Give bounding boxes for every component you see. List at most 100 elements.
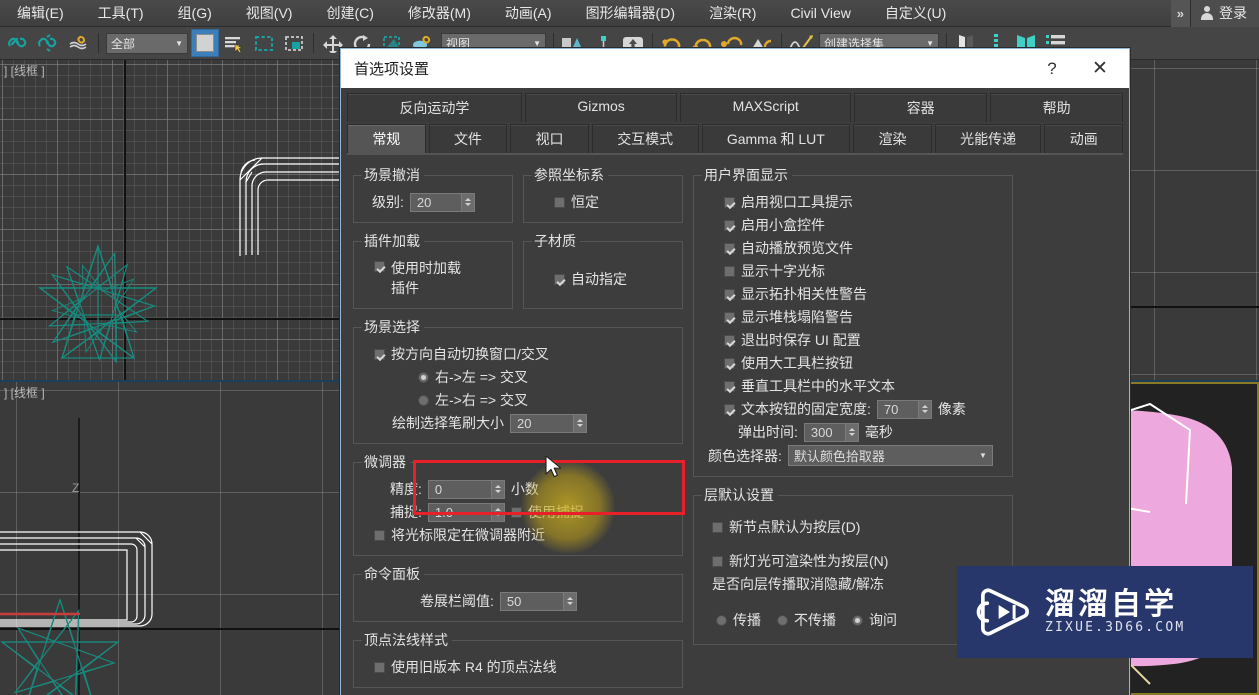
new-lights-by-layer-checkbox[interactable] <box>712 555 723 567</box>
large-toolbar-buttons-checkbox[interactable] <box>724 357 735 369</box>
precision-spinner[interactable]: 0 <box>427 479 505 499</box>
radio-propagate-group[interactable]: 传播 <box>716 610 761 630</box>
radio-no-propagate-group[interactable]: 不传播 <box>777 610 836 630</box>
tab-rendering[interactable]: 渲染 <box>853 124 932 153</box>
show-crosshair-checkbox[interactable] <box>724 265 735 277</box>
radio-propagate[interactable] <box>716 614 727 626</box>
radio-no-propagate[interactable] <box>777 614 788 626</box>
new-nodes-by-layer-row[interactable]: 新节点默认为按层(D) <box>702 517 1004 537</box>
tab-files[interactable]: 文件 <box>428 124 508 153</box>
auto-assign-row[interactable]: 自动指定 <box>532 269 674 289</box>
rollout-threshold-spinner[interactable]: 50 <box>499 591 577 611</box>
menu-item-customize[interactable]: 自定义(U) <box>868 0 963 27</box>
viewport-tooltips-checkbox[interactable] <box>724 196 735 208</box>
constant-row[interactable]: 恒定 <box>532 192 674 212</box>
spinner-arrows-icon[interactable] <box>460 193 474 211</box>
spinner-arrows-icon[interactable] <box>490 480 504 498</box>
unlink-selection-icon[interactable] <box>34 29 64 57</box>
scene-undo-level-spinner[interactable]: 20 <box>409 192 475 212</box>
autoplay-preview-checkbox[interactable] <box>724 242 735 254</box>
tab-general[interactable]: 常规 <box>347 124 426 153</box>
use-snap-checkbox[interactable] <box>510 506 522 518</box>
constant-checkbox[interactable] <box>554 196 565 208</box>
menu-item-edit[interactable]: 编辑(E) <box>0 0 81 27</box>
tab-animation[interactable]: 动画 <box>1044 124 1124 153</box>
radio-right-to-left[interactable] <box>418 371 429 383</box>
defer-plugin-row[interactable]: 使用时加载 插件 <box>362 258 504 298</box>
select-and-link-icon[interactable] <box>4 29 34 57</box>
viewport-tooltips-label: 启用视口工具提示 <box>741 194 853 210</box>
dialog-title-bar[interactable]: 首选项设置 ? ✕ <box>341 49 1129 88</box>
ui-item-viewport-tooltips[interactable]: 启用视口工具提示 <box>702 192 1004 212</box>
ui-item-large-toolbar-buttons[interactable]: 使用大工具栏按钮 <box>702 353 1004 373</box>
color-picker-dropdown[interactable]: 默认颜色拾取器 ▼ <box>787 445 993 466</box>
radio-ask[interactable] <box>852 614 863 626</box>
tab-viewports[interactable]: 视口 <box>510 124 589 153</box>
window-crossing-toggle-icon[interactable] <box>279 29 309 57</box>
select-object-button[interactable] <box>191 29 219 57</box>
stack-collapse-warning-checkbox[interactable] <box>724 311 735 323</box>
ui-item-autoplay-preview[interactable]: 自动播放预览文件 <box>702 238 1004 258</box>
radio-ask-group[interactable]: 询问 <box>852 610 897 630</box>
close-icon[interactable]: ✕ <box>1083 49 1117 88</box>
rectangular-selection-region-icon[interactable] <box>249 29 279 57</box>
wrap-cursor-row[interactable]: 将光标限定在微调器附近 <box>362 525 674 545</box>
tab-gamma-and-lut[interactable]: Gamma 和 LUT <box>701 124 851 153</box>
spinner-arrows-icon[interactable] <box>844 423 858 441</box>
ui-item-save-ui-on-exit[interactable]: 退出时保存 UI 配置 <box>702 330 1004 350</box>
menu-item-modifiers[interactable]: 修改器(M) <box>391 0 488 27</box>
menu-item-tools[interactable]: 工具(T) <box>81 0 161 27</box>
ui-item-stack-collapse-warning[interactable]: 显示堆栈塌陷警告 <box>702 307 1004 327</box>
tab-gizmos[interactable]: Gizmos <box>524 93 678 122</box>
menu-item-views[interactable]: 视图(V) <box>229 0 310 27</box>
auto-window-crossing-checkbox[interactable] <box>374 348 385 360</box>
horizontal-text-checkbox[interactable] <box>724 380 735 392</box>
radio-left-to-right[interactable] <box>418 394 429 406</box>
spinner-arrows-icon[interactable] <box>917 400 931 418</box>
spinner-arrows-icon[interactable] <box>573 414 586 432</box>
tab-containers[interactable]: 容器 <box>854 93 988 122</box>
menu-item-create[interactable]: 创建(C) <box>309 0 390 27</box>
spinner-arrows-icon[interactable] <box>490 503 504 521</box>
flyout-time-spinner[interactable]: 300 <box>803 422 859 442</box>
new-nodes-by-layer-checkbox[interactable] <box>712 521 723 533</box>
legacy-r4-normals-row[interactable]: 使用旧版本 R4 的顶点法线 <box>362 657 674 677</box>
bind-to-space-warp-icon[interactable] <box>64 29 94 57</box>
fixed-width-checkbox[interactable] <box>724 403 735 415</box>
caddy-controls-checkbox[interactable] <box>724 219 735 231</box>
select-by-name-icon[interactable] <box>219 29 249 57</box>
radio-left-to-right-row[interactable]: 左->右 => 交叉 <box>362 390 674 410</box>
ui-item-topology-warning[interactable]: 显示拓扑相关性警告 <box>702 284 1004 304</box>
save-ui-on-exit-checkbox[interactable] <box>724 334 735 346</box>
menu-item-graph-editors[interactable]: 图形编辑器(D) <box>569 0 692 27</box>
fixed-width-spinner[interactable]: 70 <box>876 399 932 419</box>
ui-item-horizontal-text-vertical-toolbar[interactable]: 垂直工具栏中的水平文本 <box>702 376 1004 396</box>
defer-plugin-checkbox[interactable] <box>374 261 385 272</box>
snap-spinner[interactable]: 1.0 <box>427 502 505 522</box>
spinner-arrows-icon[interactable] <box>562 592 576 610</box>
menu-overflow-button[interactable]: » <box>1170 0 1190 27</box>
menu-item-rendering[interactable]: 渲染(R) <box>692 0 773 27</box>
radio-right-to-left-row[interactable]: 右->左 => 交叉 <box>362 367 674 387</box>
sign-in-button[interactable]: 登录 <box>1190 0 1259 27</box>
selection-filter-dropdown[interactable]: 全部 ▼ <box>106 32 188 54</box>
auto-window-crossing-row[interactable]: 按方向自动切换窗口/交叉 <box>362 344 674 364</box>
menu-item-animation[interactable]: 动画(A) <box>488 0 569 27</box>
tab-maxscript[interactable]: MAXScript <box>680 93 852 122</box>
legacy-r4-normals-checkbox[interactable] <box>374 661 385 673</box>
tab-inverse-kinematics[interactable]: 反向运动学 <box>347 93 522 122</box>
topology-warning-checkbox[interactable] <box>724 288 735 300</box>
brush-size-spinner[interactable]: 20 <box>510 413 587 433</box>
ui-item-show-crosshair[interactable]: 显示十字光标 <box>702 261 1004 281</box>
tab-help[interactable]: 帮助 <box>990 93 1124 122</box>
fixed-width-text-button-row[interactable]: 文本按钮的固定宽度: 70 像素 <box>702 399 1004 419</box>
radio-no-propagate-label: 不传播 <box>794 612 836 628</box>
menu-item-group[interactable]: 组(G) <box>161 0 229 27</box>
wrap-cursor-checkbox[interactable] <box>374 529 385 541</box>
ui-item-caddy-controls[interactable]: 启用小盒控件 <box>702 215 1004 235</box>
tab-radiosity[interactable]: 光能传递 <box>934 124 1042 153</box>
tab-interaction-mode[interactable]: 交互模式 <box>591 124 699 153</box>
menu-item-civil-view[interactable]: Civil View <box>773 0 867 27</box>
help-icon[interactable]: ? <box>1035 49 1069 88</box>
auto-assign-checkbox[interactable] <box>554 273 565 285</box>
